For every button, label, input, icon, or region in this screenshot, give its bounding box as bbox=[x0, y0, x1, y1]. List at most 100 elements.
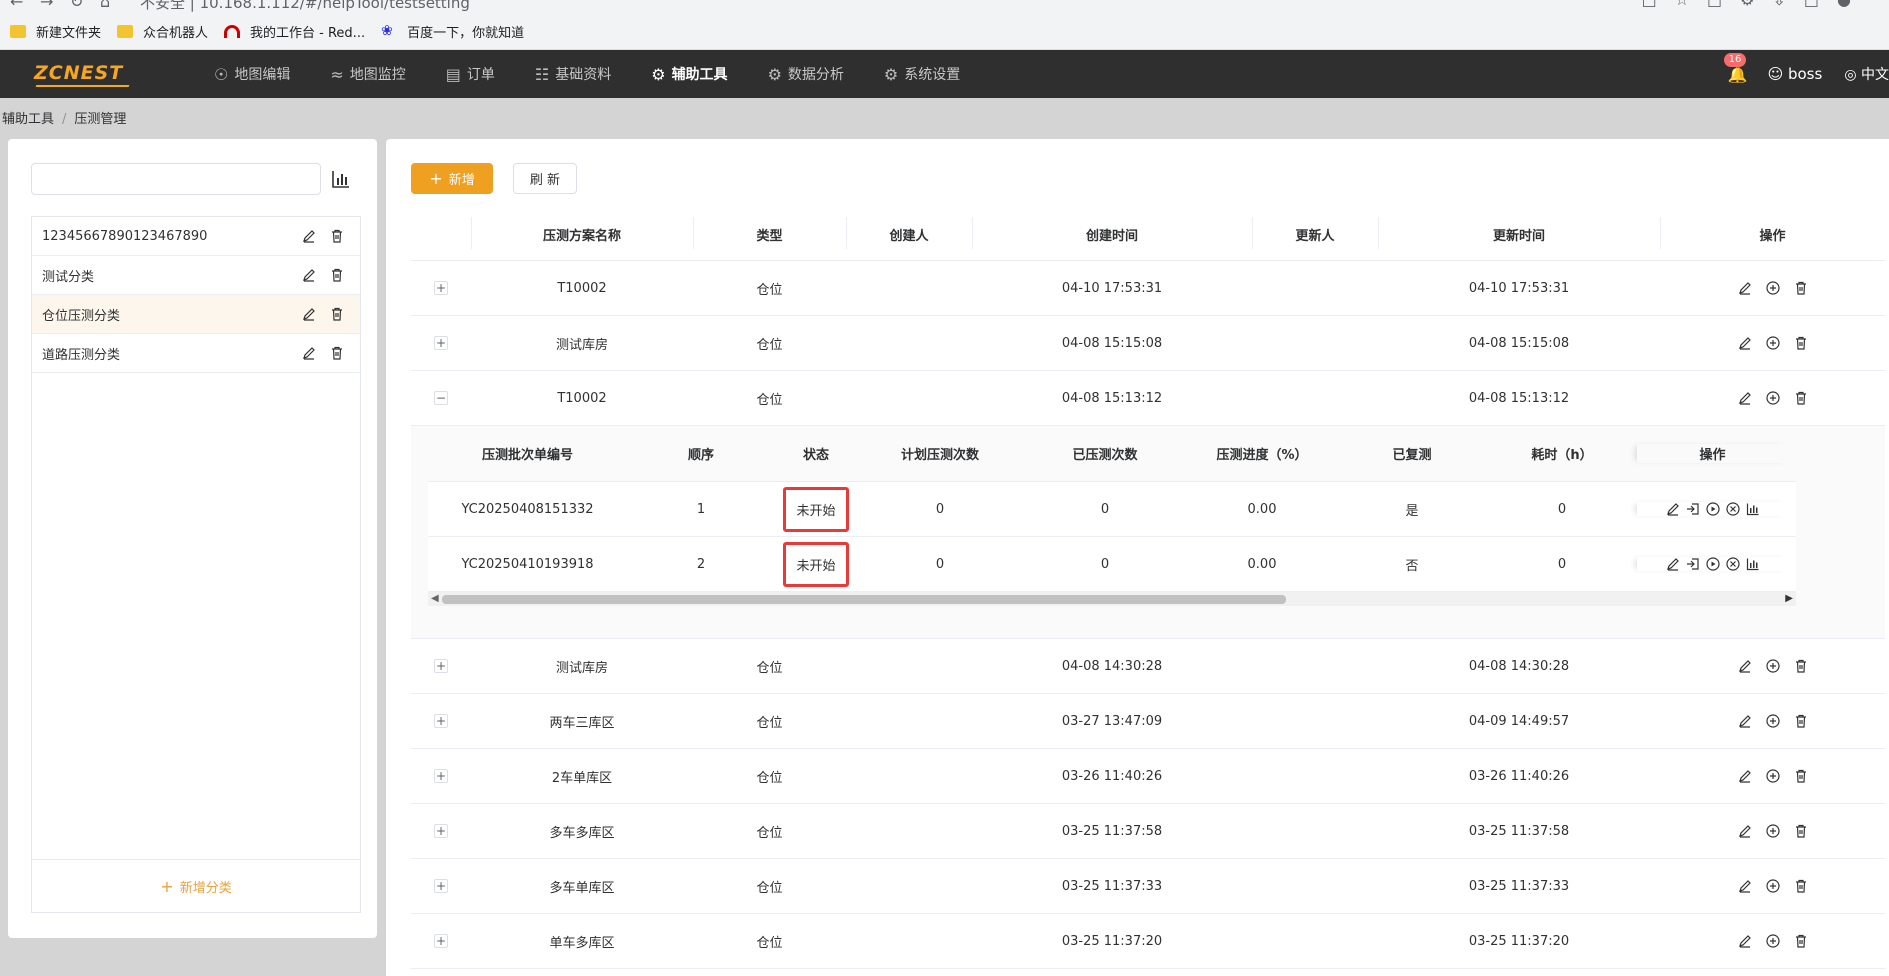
gear-icon: ⚙ bbox=[767, 64, 782, 84]
edit-icon[interactable] bbox=[302, 268, 316, 282]
add-circle-icon[interactable] bbox=[1765, 824, 1780, 838]
batch-order: 1 bbox=[696, 501, 706, 517]
bar-chart-icon[interactable] bbox=[1746, 502, 1760, 516]
url-text[interactable]: 不安全 | 10.168.1.112/#/helpTool/testsettin… bbox=[140, 0, 470, 12]
delete-icon[interactable] bbox=[330, 346, 344, 360]
menu-aux-tools[interactable]: ⚙ 辅助工具 bbox=[651, 50, 727, 98]
edit-icon[interactable] bbox=[1738, 879, 1752, 893]
expand-toggle-icon[interactable]: + bbox=[434, 658, 448, 673]
edit-icon[interactable] bbox=[1738, 934, 1752, 948]
plan-type: 仓位 bbox=[756, 715, 783, 731]
add-circle-icon[interactable] bbox=[1765, 281, 1780, 295]
plan-updated-time: 04-09 14:49:57 bbox=[1468, 713, 1570, 729]
edit-icon[interactable] bbox=[1738, 336, 1752, 350]
stop-icon[interactable] bbox=[1725, 557, 1740, 571]
add-circle-icon[interactable] bbox=[1765, 934, 1780, 948]
edit-icon[interactable] bbox=[302, 307, 316, 321]
expand-toggle-icon[interactable]: + bbox=[434, 878, 448, 893]
back-icon[interactable]: ← bbox=[10, 0, 23, 11]
notification-button[interactable]: 🔔 16 bbox=[1723, 52, 1748, 84]
scroll-left-icon[interactable]: ◀ bbox=[431, 592, 439, 606]
category-item[interactable]: 道路压测分类 bbox=[32, 334, 360, 373]
delete-icon[interactable] bbox=[330, 229, 344, 243]
delete-icon[interactable] bbox=[1794, 769, 1808, 783]
category-item[interactable]: 测试分类 bbox=[32, 256, 360, 295]
user-menu[interactable]: ☺ boss bbox=[1768, 65, 1823, 83]
breadcrumb-root[interactable]: 辅助工具 bbox=[2, 112, 54, 127]
add-circle-icon[interactable] bbox=[1765, 336, 1780, 350]
delete-icon[interactable] bbox=[330, 307, 344, 321]
login-icon[interactable] bbox=[1686, 557, 1700, 571]
add-circle-icon[interactable] bbox=[1765, 879, 1780, 893]
expand-toggle-icon[interactable]: + bbox=[434, 335, 448, 350]
menu-map-monitor[interactable]: ≈ 地图监控 bbox=[330, 50, 405, 98]
reload-icon[interactable]: ↻ bbox=[70, 0, 83, 11]
menu-data-analysis[interactable]: ⚙ 数据分析 bbox=[768, 50, 844, 98]
delete-icon[interactable] bbox=[1794, 659, 1808, 673]
edit-icon[interactable] bbox=[1738, 769, 1752, 783]
edit-icon[interactable] bbox=[1738, 281, 1752, 295]
column-header: 计划压测次数 bbox=[900, 448, 979, 463]
add-button[interactable]: + 新增 bbox=[411, 163, 493, 194]
add-circle-icon[interactable] bbox=[1765, 714, 1780, 728]
bookmark-redmine[interactable]: 我的工作台 - Red... bbox=[224, 22, 365, 41]
add-category-button[interactable]: + 新增分类 bbox=[32, 859, 360, 912]
add-circle-icon[interactable] bbox=[1765, 659, 1780, 673]
bar-chart-icon[interactable] bbox=[330, 168, 352, 190]
edit-icon[interactable] bbox=[302, 346, 316, 360]
edit-icon[interactable] bbox=[1666, 557, 1680, 571]
category-item-selected[interactable]: 仓位压测分类 bbox=[32, 295, 360, 334]
menu-base-data[interactable]: ☷ 基础资料 bbox=[535, 50, 611, 98]
edit-icon[interactable] bbox=[1738, 714, 1752, 728]
forward-icon[interactable]: → bbox=[40, 0, 53, 11]
language-switch[interactable]: ◎ 中文 bbox=[1844, 64, 1889, 84]
address-bar[interactable]: ← → ↻ ⌂ 不安全 | 10.168.1.112/#/helpTool/te… bbox=[0, 0, 1889, 12]
bookmark-baidu[interactable]: ❀ 百度一下，你就知道 bbox=[381, 22, 524, 41]
delete-icon[interactable] bbox=[1794, 336, 1808, 350]
menu-orders[interactable]: ▤ 订单 bbox=[446, 50, 495, 98]
login-icon[interactable] bbox=[1686, 502, 1700, 516]
horizontal-scrollbar[interactable]: ◀ ▶ bbox=[428, 592, 1796, 606]
stop-icon[interactable] bbox=[1725, 502, 1740, 516]
home-icon[interactable]: ⌂ bbox=[100, 0, 110, 11]
expand-toggle-icon[interactable]: − bbox=[434, 390, 448, 405]
browser-toolbar-icons[interactable]: □☆□⚙⇩□● bbox=[1642, 0, 1869, 9]
edit-icon[interactable] bbox=[1738, 391, 1752, 405]
delete-icon[interactable] bbox=[1794, 391, 1808, 405]
expand-toggle-icon[interactable]: + bbox=[434, 933, 448, 948]
menu-map-edit[interactable]: ☉ 地图编辑 bbox=[214, 50, 290, 98]
expand-toggle-icon[interactable]: + bbox=[434, 713, 448, 728]
plan-type: 仓位 bbox=[756, 337, 783, 353]
expand-toggle-icon[interactable]: + bbox=[434, 823, 448, 838]
delete-icon[interactable] bbox=[1794, 824, 1808, 838]
play-icon[interactable] bbox=[1705, 502, 1720, 516]
plan-type: 仓位 bbox=[756, 660, 783, 676]
delete-icon[interactable] bbox=[1794, 934, 1808, 948]
baidu-paw-icon: ❀ bbox=[381, 22, 393, 39]
menu-system-settings[interactable]: ⚙ 系统设置 bbox=[884, 50, 960, 98]
table-row: + 测试库房 仓位 04-08 15:15:08 04-08 15:15:08 bbox=[411, 316, 1885, 371]
bar-chart-icon[interactable] bbox=[1746, 557, 1760, 571]
bookmark-zhonghe[interactable]: 众合机器人 bbox=[117, 22, 208, 41]
delete-icon[interactable] bbox=[1794, 281, 1808, 295]
expand-toggle-icon[interactable]: + bbox=[434, 768, 448, 783]
add-circle-icon[interactable] bbox=[1765, 391, 1780, 405]
delete-icon[interactable] bbox=[1794, 879, 1808, 893]
delete-icon[interactable] bbox=[1794, 714, 1808, 728]
table-row: + 多车单库区 仓位 03-25 11:37:33 03-25 11:37:33 bbox=[411, 859, 1885, 914]
refresh-button[interactable]: 刷 新 bbox=[513, 163, 577, 194]
expand-toggle-icon[interactable]: + bbox=[434, 280, 448, 295]
play-icon[interactable] bbox=[1705, 557, 1720, 571]
edit-icon[interactable] bbox=[302, 229, 316, 243]
bookmark-new-folder[interactable]: 新建文件夹 bbox=[10, 22, 101, 41]
delete-icon[interactable] bbox=[330, 268, 344, 282]
category-search-input[interactable] bbox=[31, 163, 321, 195]
app-logo[interactable]: ZCNEST bbox=[34, 62, 123, 84]
edit-icon[interactable] bbox=[1738, 824, 1752, 838]
scroll-right-icon[interactable]: ▶ bbox=[1785, 592, 1793, 606]
edit-icon[interactable] bbox=[1666, 502, 1680, 516]
scrollbar-thumb[interactable] bbox=[442, 595, 1286, 604]
add-circle-icon[interactable] bbox=[1765, 769, 1780, 783]
category-item[interactable]: 12345667890123467890 bbox=[32, 217, 360, 256]
edit-icon[interactable] bbox=[1738, 659, 1752, 673]
